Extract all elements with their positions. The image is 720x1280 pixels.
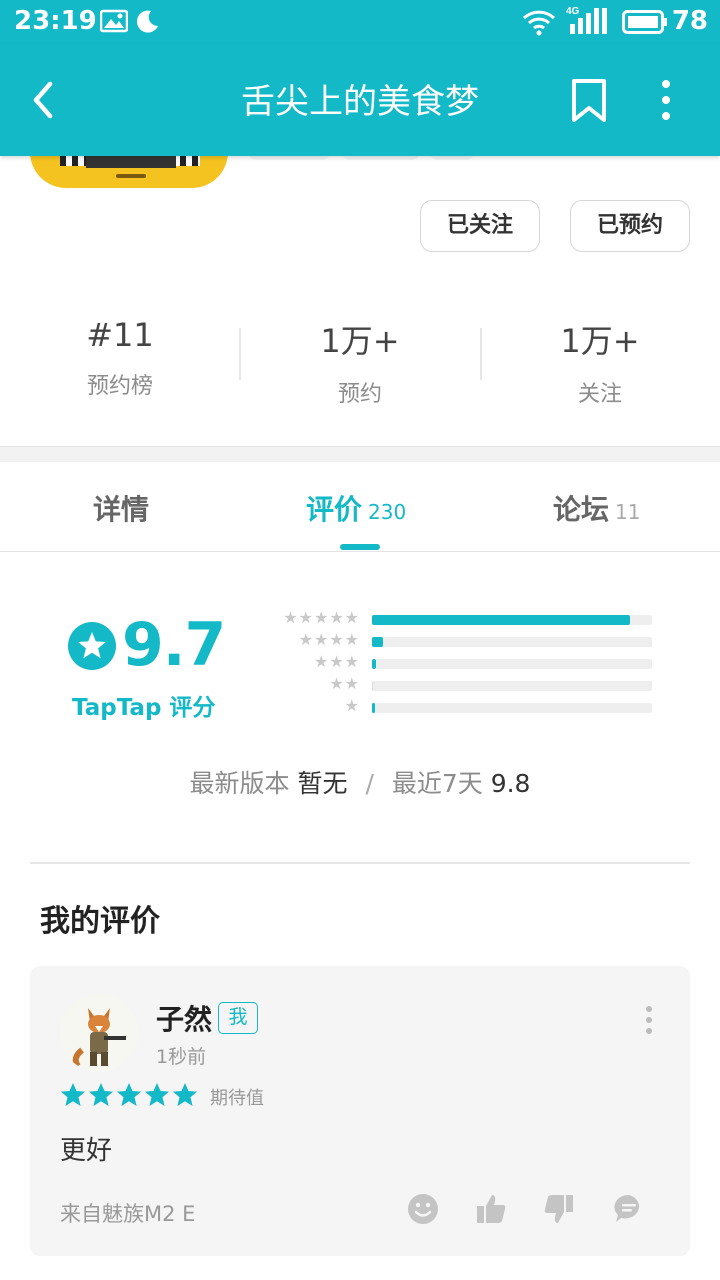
summary-separator: / [365, 769, 374, 798]
distribution-bar [372, 659, 377, 669]
star-icons: ★★★★★ [283, 608, 360, 627]
tab-forum[interactable]: 论坛 11 [553, 488, 640, 528]
star-icon [117, 1083, 141, 1106]
thumbs-down-icon[interactable] [542, 1192, 576, 1230]
review-source: 来自魅族M2 E [60, 1202, 196, 1226]
distribution-track [372, 637, 652, 647]
stat-rank[interactable]: #11 预约榜 [0, 316, 240, 400]
section-gap [0, 446, 720, 462]
stat-value: #11 [86, 316, 154, 354]
tab-count: 230 [368, 500, 407, 524]
star-icon [145, 1083, 169, 1106]
avatar[interactable] [60, 994, 138, 1072]
review-time: 1秒前 [156, 1046, 207, 1068]
moon-icon [134, 8, 160, 38]
battery-level: 78 [671, 6, 708, 36]
distribution-bar [372, 681, 373, 691]
star-icons: ★★★ [313, 652, 360, 671]
reviewer-name[interactable]: 子然 [156, 998, 212, 1038]
recent-value: 9.8 [490, 769, 531, 798]
tab-label: 论坛 [553, 493, 610, 526]
review-tag: 期待值 [210, 1088, 264, 1109]
battery-icon [622, 10, 668, 38]
star-icons: ★ [344, 696, 360, 715]
smiley-icon[interactable] [406, 1192, 440, 1230]
top-app-bar: 舌尖上的美食梦 [0, 44, 720, 156]
me-badge: 我 [218, 1002, 258, 1034]
signal-icon: 4G [566, 4, 608, 40]
divider [30, 862, 690, 864]
follow-button[interactable]: 已关注 [420, 200, 540, 252]
distribution-bar [372, 703, 376, 713]
wifi-icon [522, 8, 556, 40]
stat-label: 关注 [577, 382, 622, 407]
latest-version-label: 最新版本 [189, 769, 290, 798]
tab-label: 评价 [306, 493, 363, 526]
rating-summary: 最新版本 暂无 / 最近7天 9.8 [0, 764, 720, 800]
thumbs-up-icon[interactable] [474, 1192, 508, 1230]
distribution-row-4-star: ★★★★ [270, 630, 660, 650]
comment-icon[interactable] [612, 1192, 646, 1230]
tab-reviews[interactable]: 评价 230 [306, 488, 406, 528]
tab-count: 11 [615, 500, 641, 524]
tab-details[interactable]: 详情 [93, 488, 149, 528]
rating-score: 9.7 [122, 610, 226, 680]
stat-followers: 1万+ 关注 [480, 316, 720, 408]
distribution-track [372, 659, 652, 669]
star-icons: ★★★★ [298, 630, 360, 649]
more-vertical-icon[interactable] [642, 1004, 656, 1040]
more-vertical-icon[interactable] [656, 78, 676, 126]
distribution-row-1-star: ★ [270, 696, 660, 716]
bookmark-icon[interactable] [568, 78, 612, 128]
star-icon [173, 1083, 197, 1106]
distribution-row-3-star: ★★★ [270, 652, 660, 672]
distribution-row-2-star: ★★ [270, 674, 660, 694]
review-text: 更好 [60, 1136, 113, 1166]
my-review-title: 我的评价 [40, 904, 160, 939]
distribution-track [372, 615, 652, 625]
distribution-track [372, 681, 652, 691]
status-time: 23:19 [14, 6, 97, 36]
tab-bar: 详情 评价 230 论坛 11 [0, 462, 720, 552]
star-icon [61, 1083, 85, 1106]
stat-value: 1万+ [320, 322, 400, 360]
rating-brand: TapTap 评分 [72, 695, 216, 721]
review-stars [60, 1082, 200, 1112]
status-bar: 23:19 4G 78 [0, 0, 720, 44]
distribution-track [372, 703, 652, 713]
stat-label: 预约榜 [86, 374, 153, 399]
reserve-button[interactable]: 已预约 [570, 200, 690, 252]
distribution-row-5-star: ★★★★★ [270, 608, 660, 628]
review-card[interactable]: 子然 我 1秒前 期待值 更好 来自魅族M2 E [30, 966, 690, 1256]
star-icons: ★★ [329, 674, 360, 693]
app-icon-fork [116, 174, 146, 178]
recent-label: 最近7天 [391, 769, 483, 798]
latest-version-value: 暂无 [297, 769, 348, 798]
distribution-bar [372, 637, 384, 647]
stat-value: 1万+ [560, 322, 640, 360]
star-badge-icon [68, 622, 116, 670]
stat-reservations: 1万+ 预约 [240, 316, 480, 408]
tab-label: 详情 [93, 493, 150, 526]
network-type: 4G [566, 6, 580, 17]
tab-indicator [340, 544, 380, 550]
page-title: 舌尖上的美食梦 [241, 82, 479, 122]
stat-label: 预约 [337, 382, 382, 407]
stats-row: #11 预约榜 1万+ 预约 1万+ 关注 [0, 300, 720, 410]
image-icon [99, 8, 129, 38]
distribution-bar [372, 615, 630, 625]
star-icon [89, 1083, 113, 1106]
